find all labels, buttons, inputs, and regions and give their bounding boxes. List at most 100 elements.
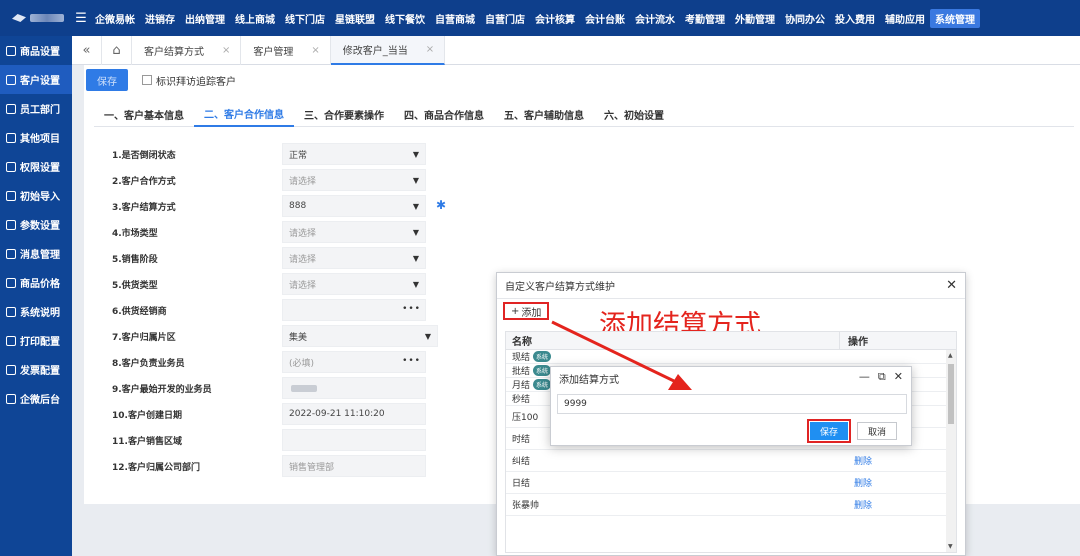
sidebar-item[interactable]: 客户设置 — [0, 65, 72, 94]
form-field[interactable]: 888 ▼ — [282, 195, 426, 217]
topnav-item[interactable]: 系统管理 — [930, 8, 980, 28]
dropdown-caret-icon[interactable]: ▼ — [413, 254, 419, 263]
close-icon[interactable]: × — [426, 44, 434, 55]
sidebar-item[interactable]: 员工部门 — [0, 94, 72, 123]
sidebar-item[interactable]: 参数设置 — [0, 210, 72, 239]
form-field[interactable]: 集美 ▼ — [282, 325, 438, 347]
close-icon[interactable]: × — [311, 45, 319, 56]
topnav-item[interactable]: 辅助应用 — [880, 11, 930, 26]
minimize-icon[interactable]: — — [859, 370, 870, 384]
grid-row[interactable]: 纠结 删除 — [506, 450, 956, 472]
tab-edit-customer[interactable]: 修改客户_当当 × — [330, 35, 446, 65]
topnav-item[interactable]: 出纳管理 — [180, 11, 230, 26]
sidebar-item[interactable]: 发票配置 — [0, 355, 72, 384]
delete-link[interactable]: 删除 — [840, 454, 872, 467]
topnav-item[interactable]: 企微易帐 — [90, 11, 140, 26]
dropdown-caret-icon[interactable]: ▼ — [413, 202, 419, 211]
more-options-icon[interactable]: ••• — [402, 304, 421, 314]
maximize-icon[interactable]: ⧉ — [878, 370, 886, 384]
tab-label: 修改客户_当当 — [342, 45, 408, 57]
sidebar-item[interactable]: 初始导入 — [0, 181, 72, 210]
dropdown-caret-icon[interactable]: ▼ — [413, 228, 419, 237]
topnav-item[interactable]: 会计台账 — [580, 11, 630, 26]
form-field[interactable]: (必填) ••• — [282, 351, 426, 373]
dropdown-caret-icon[interactable]: ▼ — [425, 332, 431, 341]
sidebar-item[interactable]: 系统说明 — [0, 297, 72, 326]
grid-row[interactable]: 张暴帅 删除 — [506, 494, 956, 516]
topnav-item[interactable]: 自营商城 — [430, 11, 480, 26]
delete-link[interactable]: 删除 — [840, 476, 872, 489]
sidebar-item[interactable]: 商品设置 — [0, 36, 72, 65]
close-icon[interactable]: × — [222, 45, 230, 56]
topnav-item[interactable]: 投入费用 — [830, 11, 880, 26]
home-icon[interactable]: ⌂ — [102, 35, 132, 65]
form-field[interactable]: 正常 ▼ — [282, 143, 426, 165]
topnav-item[interactable]: 会计核算 — [530, 11, 580, 26]
sidebar-item[interactable]: 打印配置 — [0, 326, 72, 355]
topnav-item[interactable]: 线上商城 — [230, 11, 280, 26]
add-dialog-save-button[interactable]: 保存 — [810, 422, 848, 440]
sidebar-item[interactable]: 其他项目 — [0, 123, 72, 152]
collapse-sidebar-icon[interactable]: « — [72, 35, 102, 65]
topnav-item[interactable]: 线下门店 — [280, 11, 330, 26]
scrollbar-thumb[interactable] — [948, 364, 954, 424]
save-button[interactable]: 保存 — [86, 69, 128, 91]
grid-row[interactable]: 现结 系统 — [506, 350, 956, 364]
section-tab[interactable]: 一、客户基本信息 — [94, 101, 194, 127]
sidebar-item-icon — [6, 393, 16, 404]
tab-settlement-methods[interactable]: 客户结算方式 × — [132, 35, 242, 65]
topnav-item[interactable]: 星链联盟 — [330, 11, 380, 26]
grid-row[interactable]: 日结 删除 — [506, 472, 956, 494]
dropdown-caret-icon[interactable]: ▼ — [413, 150, 419, 159]
close-icon[interactable]: ✕ — [946, 278, 957, 293]
close-icon[interactable]: ✕ — [894, 370, 903, 384]
form-field[interactable]: 销售管理部 — [282, 455, 426, 477]
menu-toggle-icon[interactable]: ☰ — [72, 11, 90, 26]
topnav-item[interactable]: 自营门店 — [480, 11, 530, 26]
delete-link[interactable]: 删除 — [840, 498, 872, 511]
sidebar-item[interactable]: 消息管理 — [0, 239, 72, 268]
settlement-name: 月结 — [512, 381, 531, 391]
form-field[interactable]: 2022-09-21 11:10:20 — [282, 403, 426, 425]
section-tab[interactable]: 二、客户合作信息 — [194, 101, 294, 127]
topnav-item[interactable]: 协同办公 — [780, 11, 830, 26]
scroll-up-icon[interactable]: ▲ — [948, 352, 953, 359]
form-field[interactable]: 请选择 ▼ — [282, 169, 426, 191]
section-tab[interactable]: 五、客户辅助信息 — [494, 101, 594, 127]
form-field-value: 集美 — [289, 332, 308, 343]
section-tab[interactable]: 三、合作要素操作 — [294, 101, 394, 127]
sidebar-item[interactable]: 企微后台 — [0, 384, 72, 413]
form-field[interactable]: ••• — [282, 299, 426, 321]
visit-tracking-checkbox[interactable]: 标识拜访追踪客户 — [142, 73, 236, 88]
topnav-item[interactable]: 线下餐饮 — [380, 11, 430, 26]
topnav-item[interactable]: 外勤管理 — [730, 11, 780, 26]
checkbox-box[interactable] — [142, 75, 152, 85]
topnav-item[interactable]: 进销存 — [140, 11, 180, 26]
section-tab[interactable]: 四、商品合作信息 — [394, 101, 494, 127]
topnav-item[interactable]: 会计流水 — [630, 11, 680, 26]
sidebar-item[interactable]: 商品价格 — [0, 268, 72, 297]
sidebar-item-label: 发票配置 — [20, 366, 60, 377]
form-field[interactable] — [282, 429, 426, 451]
settlement-name: 时结 — [512, 435, 531, 445]
topnav-item[interactable]: 考勤管理 — [680, 11, 730, 26]
settlement-name-input[interactable]: 9999 — [557, 394, 907, 414]
grid-scrollbar[interactable]: ▲ ▼ — [946, 350, 956, 552]
sidebar-item[interactable]: 权限设置 — [0, 152, 72, 181]
settlement-name: 秒结 — [512, 395, 531, 405]
more-options-icon[interactable]: ••• — [402, 356, 421, 366]
section-tab[interactable]: 六、初始设置 — [594, 101, 674, 127]
form-field[interactable]: 请选择 ▼ — [282, 273, 426, 295]
gear-icon[interactable]: ✱ — [436, 198, 446, 212]
form-row: 1.是否倒闭状态 正常 ▼ — [112, 143, 532, 165]
form-field[interactable]: 请选择 ▼ — [282, 247, 426, 269]
form-field[interactable] — [282, 377, 426, 399]
add-button[interactable]: + 添加 — [503, 302, 550, 320]
dropdown-caret-icon[interactable]: ▼ — [413, 176, 419, 185]
tab-customer-management[interactable]: 客户管理 × — [241, 35, 331, 65]
form-field-value: 正常 — [289, 150, 308, 161]
dropdown-caret-icon[interactable]: ▼ — [413, 280, 419, 289]
form-field[interactable]: 请选择 ▼ — [282, 221, 426, 243]
scroll-down-icon[interactable]: ▼ — [948, 543, 953, 550]
add-dialog-cancel-button[interactable]: 取消 — [857, 422, 897, 440]
